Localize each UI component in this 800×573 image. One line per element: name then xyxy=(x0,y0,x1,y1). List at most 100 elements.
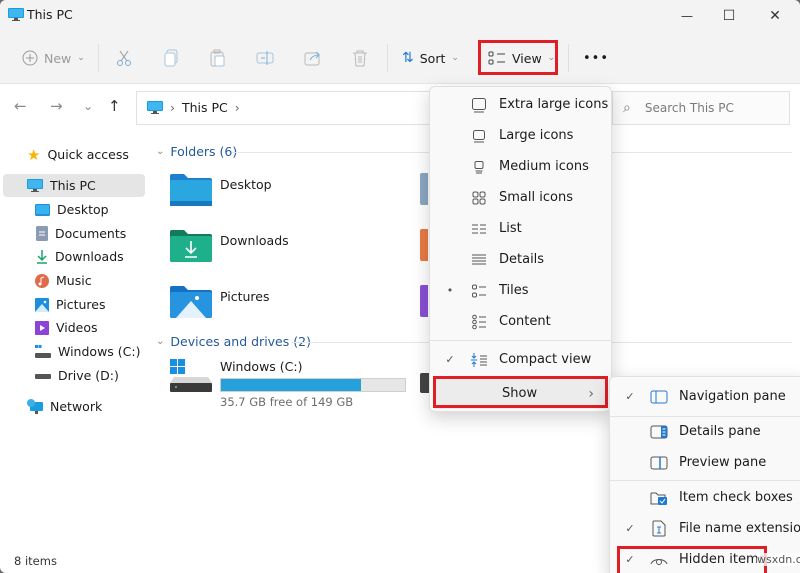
folders-section-header[interactable]: ⌄ Folders (6) xyxy=(156,144,237,159)
search-box[interactable]: ⌕ Search This PC xyxy=(612,91,790,125)
minimize-button[interactable]: — xyxy=(664,0,710,32)
new-button[interactable]: New ⌄ xyxy=(22,42,85,74)
sidebar-item-label: Music xyxy=(56,273,92,288)
checkmark-icon: ✓ xyxy=(625,522,635,535)
menu-item-details-pane[interactable]: Details pane xyxy=(610,416,800,447)
compact-view-icon xyxy=(470,351,488,369)
devices-section-header[interactable]: ⌄ Devices and drives (2) xyxy=(156,334,311,349)
menu-item-label: Item check boxes xyxy=(679,490,793,505)
music-icon xyxy=(35,273,49,288)
drive-usage-fill xyxy=(221,379,361,391)
drive-usage-bar xyxy=(220,378,406,392)
selected-bullet-icon: • xyxy=(446,284,454,297)
more-options-button[interactable]: ••• xyxy=(583,42,609,74)
sidebar-item-drive-d[interactable]: Drive (D:) xyxy=(35,364,119,387)
details-pane-icon xyxy=(650,423,668,441)
rename-button[interactable] xyxy=(256,42,274,74)
show-submenu: ✓ Navigation pane Details pane Preview p… xyxy=(609,376,800,573)
file-explorer-window: This PC — ☐ ✕ New ⌄ ⇅ Sort ⌄ View ⌄ ••• … xyxy=(0,0,800,573)
sidebar-item-videos[interactable]: Videos xyxy=(35,316,98,339)
chevron-down-icon: ⌄ xyxy=(156,146,165,157)
back-button[interactable]: ← xyxy=(14,97,27,115)
menu-item-navigation-pane[interactable]: ✓ Navigation pane xyxy=(610,381,800,412)
share-button[interactable] xyxy=(304,42,322,74)
downloads-folder-icon xyxy=(170,230,212,262)
sort-button[interactable]: ⇅ Sort ⌄ xyxy=(402,42,459,74)
cut-button[interactable] xyxy=(115,42,133,74)
menu-item-label: Details xyxy=(499,252,545,267)
recent-locations-button[interactable]: ⌄ xyxy=(83,99,93,113)
navigation-pane: ★ Quick access This PC Desktop Documents… xyxy=(0,133,150,548)
folder-tile-desktop[interactable]: Desktop xyxy=(170,173,272,206)
menu-item-details[interactable]: Details xyxy=(430,244,611,275)
scissors-icon xyxy=(117,50,131,66)
menu-item-compact-view[interactable]: ✓ Compact view xyxy=(430,344,611,375)
address-bar[interactable]: › This PC › xyxy=(136,91,436,125)
menu-item-label: List xyxy=(499,221,522,236)
maximize-button[interactable]: ☐ xyxy=(706,0,752,32)
large-icons-icon xyxy=(470,127,488,145)
menu-item-content[interactable]: Content xyxy=(430,306,611,337)
menu-item-label: Small icons xyxy=(499,190,573,205)
hidden-items-highlight-box xyxy=(617,546,767,573)
sidebar-item-label: Windows (C:) xyxy=(58,344,141,359)
menu-divider xyxy=(430,340,611,341)
paste-button[interactable] xyxy=(210,42,226,74)
sidebar-item-pictures[interactable]: Pictures xyxy=(35,293,106,316)
menu-item-small-icons[interactable]: Small icons xyxy=(430,182,611,213)
menu-item-label: Preview pane xyxy=(679,455,767,470)
chevron-down-icon: ⌄ xyxy=(451,53,459,63)
extra-large-icons-icon xyxy=(470,96,488,114)
sidebar-item-label: Videos xyxy=(56,320,98,335)
sidebar-item-documents[interactable]: Documents xyxy=(36,222,126,245)
window-title: This PC xyxy=(27,7,73,22)
item-check-boxes-icon xyxy=(650,489,668,507)
downloads-icon xyxy=(37,250,47,264)
up-button[interactable]: ↑ xyxy=(108,97,121,115)
forward-button[interactable]: → xyxy=(50,97,63,115)
sidebar-item-windows-c[interactable]: Windows (C:) xyxy=(35,340,140,363)
documents-folder-icon[interactable] xyxy=(420,173,428,205)
sidebar-item-downloads[interactable]: Downloads xyxy=(36,245,124,268)
toolbar-divider xyxy=(568,44,569,72)
menu-item-extra-large-icons[interactable]: Extra large icons xyxy=(430,89,611,120)
sidebar-item-music[interactable]: Music xyxy=(35,269,92,292)
copy-button[interactable] xyxy=(163,42,179,74)
breadcrumb-separator[interactable]: › xyxy=(235,100,240,115)
close-button[interactable]: ✕ xyxy=(752,0,798,32)
menu-item-label: File name extensions xyxy=(679,521,800,536)
menu-item-tiles[interactable]: • Tiles xyxy=(430,275,611,306)
computer-icon xyxy=(27,179,43,192)
sidebar-item-this-pc[interactable]: This PC xyxy=(3,174,145,197)
sidebar-item-network[interactable]: Network xyxy=(27,395,102,418)
folder-tile-downloads[interactable]: Downloads xyxy=(170,229,289,262)
search-input[interactable]: Search This PC xyxy=(645,101,734,115)
videos-folder-icon[interactable] xyxy=(420,285,428,317)
sidebar-item-label: Documents xyxy=(55,226,127,241)
music-folder-icon[interactable] xyxy=(420,229,428,261)
menu-item-item-check-boxes[interactable]: Item check boxes xyxy=(610,482,800,513)
folder-tile-pictures[interactable]: Pictures xyxy=(170,285,270,318)
drive-d-icon[interactable] xyxy=(420,373,429,393)
breadcrumb-this-pc[interactable]: This PC xyxy=(182,100,228,115)
view-highlight-box xyxy=(478,40,558,75)
close-icon: ✕ xyxy=(769,8,781,24)
delete-button[interactable] xyxy=(352,42,368,74)
menu-item-file-name-extensions[interactable]: ✓ File name extensions xyxy=(610,513,800,544)
menu-item-label: Medium icons xyxy=(499,159,589,174)
documents-icon xyxy=(36,226,48,241)
menu-item-list[interactable]: List xyxy=(430,213,611,244)
copy-icon xyxy=(164,49,178,67)
sidebar-item-desktop[interactable]: Desktop xyxy=(35,198,109,221)
sidebar-item-quick-access[interactable]: ★ Quick access xyxy=(27,143,129,166)
menu-item-label: Tiles xyxy=(499,283,529,298)
menu-item-large-icons[interactable]: Large icons xyxy=(430,120,611,151)
chevron-down-icon: ⌄ xyxy=(156,336,165,347)
folder-name: Downloads xyxy=(220,233,289,248)
pictures-icon xyxy=(35,297,49,312)
menu-item-medium-icons[interactable]: Medium icons xyxy=(430,151,611,182)
menu-item-label: Extra large icons xyxy=(499,97,609,112)
drive-tile-windows-c[interactable]: Windows (C:) 35.7 GB free of 149 GB xyxy=(170,359,406,409)
menu-item-preview-pane[interactable]: Preview pane xyxy=(610,447,800,478)
view-menu: Extra large icons Large icons Medium ico… xyxy=(429,86,612,412)
